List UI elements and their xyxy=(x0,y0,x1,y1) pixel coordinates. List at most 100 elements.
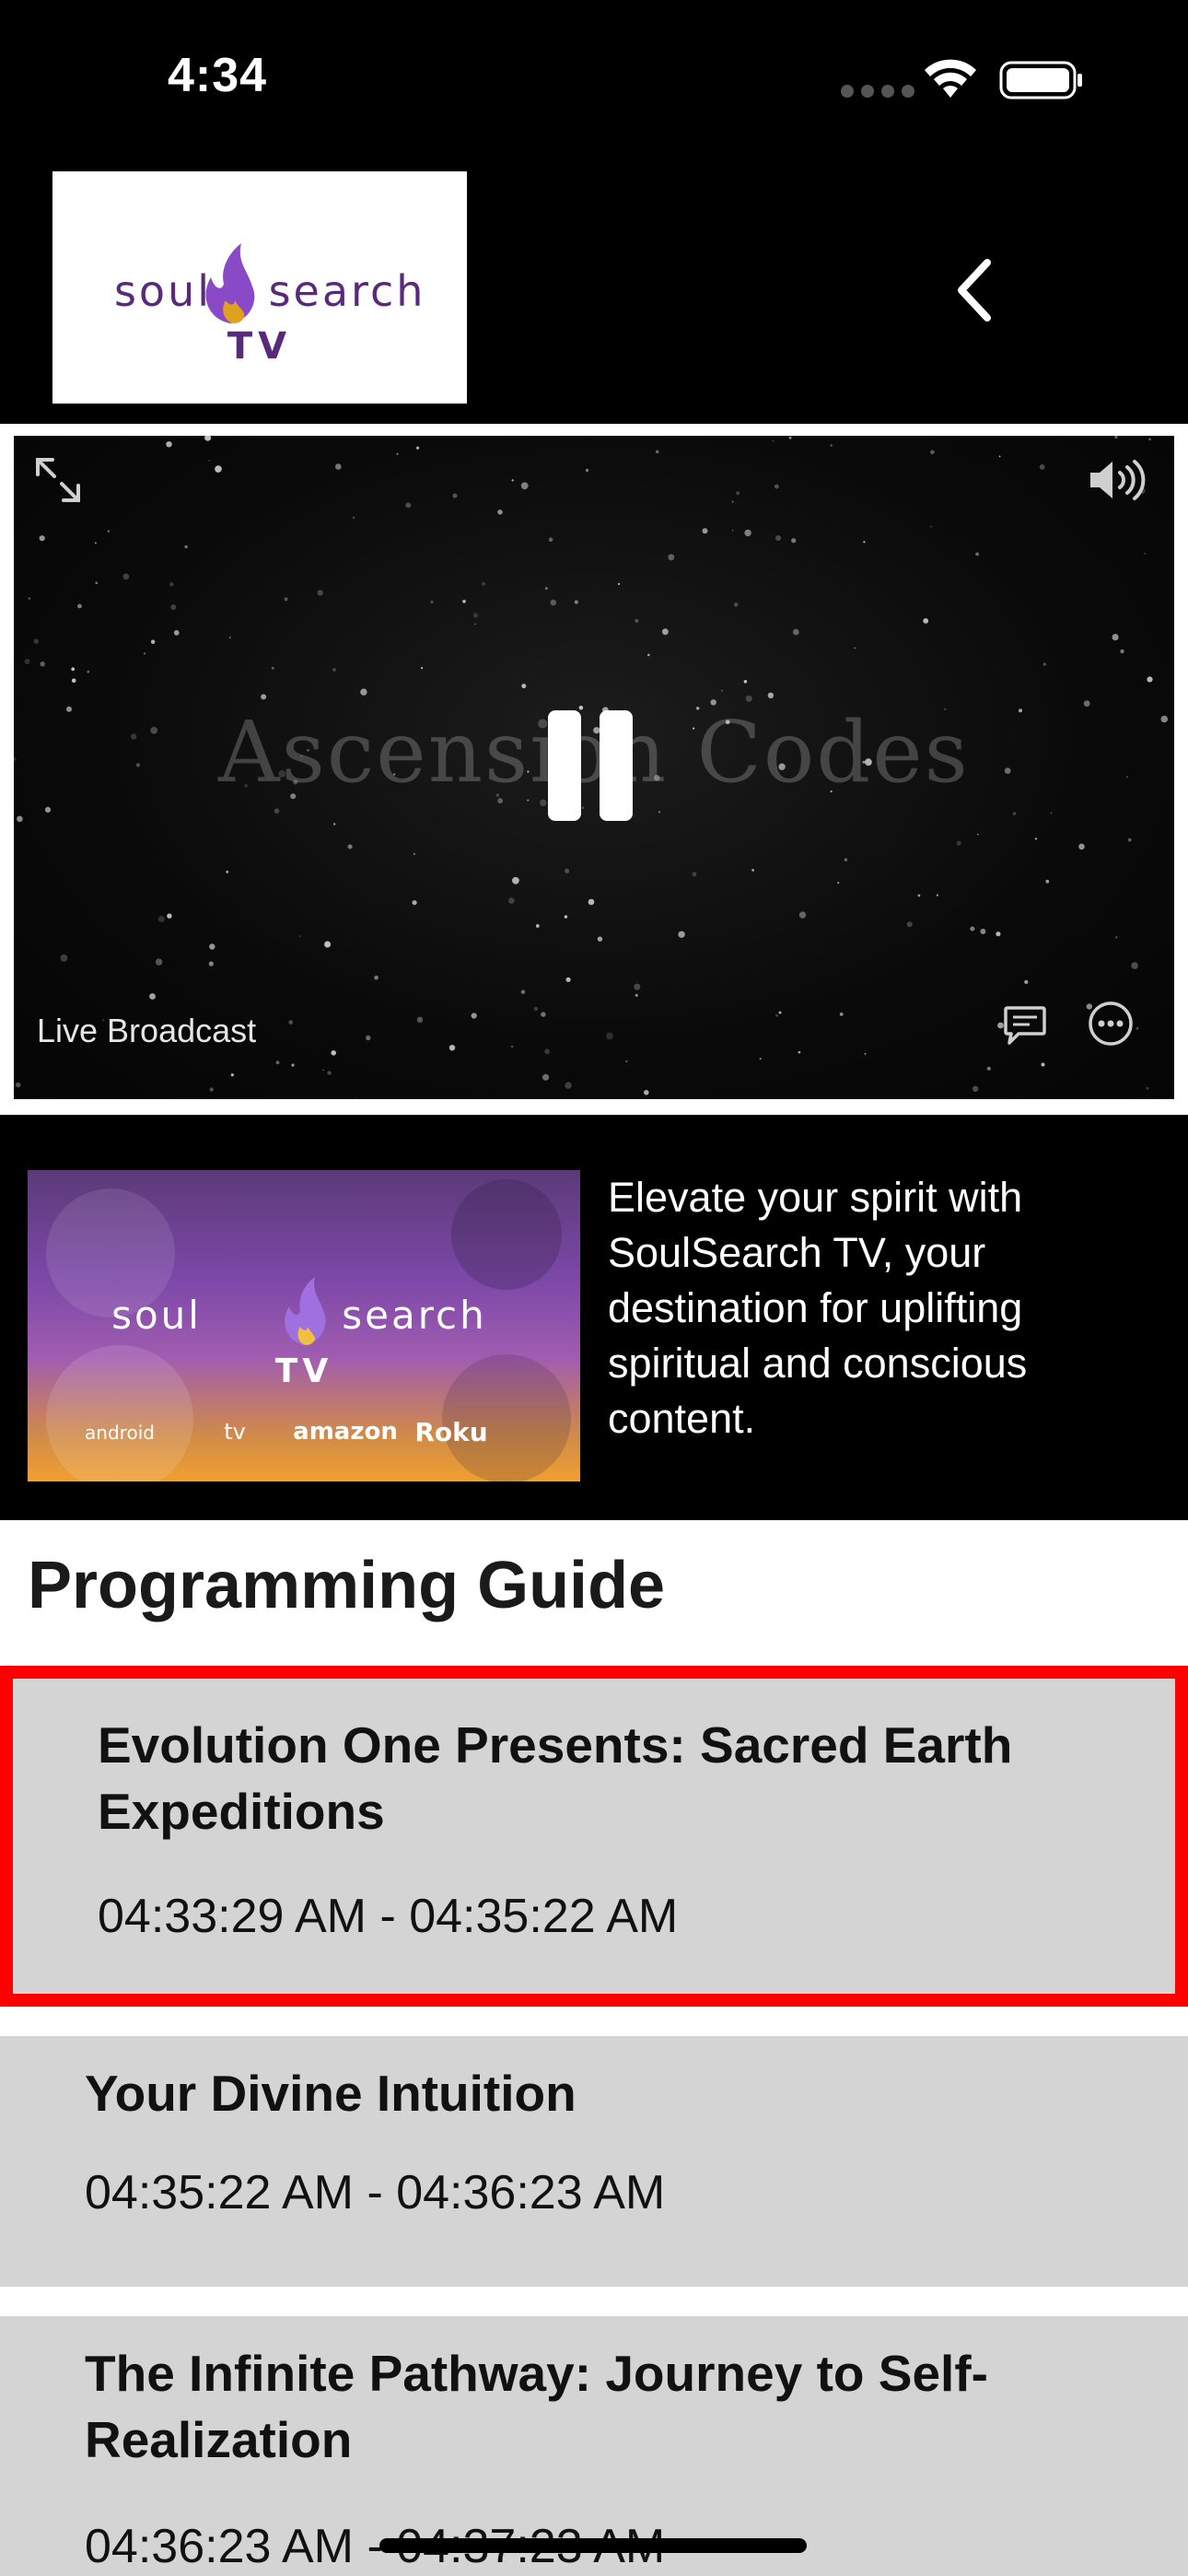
star-particle xyxy=(39,535,45,542)
star-particle xyxy=(71,678,76,683)
star-particle xyxy=(299,935,302,938)
star-particle xyxy=(550,599,557,606)
back-button[interactable] xyxy=(949,253,1004,327)
star-particle xyxy=(976,833,979,836)
star-particle xyxy=(635,619,639,623)
battery-icon xyxy=(999,61,1082,100)
star-particle xyxy=(166,441,172,448)
star-particle xyxy=(751,869,754,872)
guide-item[interactable]: The Infinite Pathway: Journey to Self- R… xyxy=(0,2316,1188,2576)
star-particle xyxy=(412,900,417,906)
star-particle xyxy=(744,529,751,537)
star-particle xyxy=(215,465,222,473)
guide-item-title-continued: Realization xyxy=(85,2411,353,2468)
star-particle xyxy=(209,943,215,950)
video-player-frame: Ascension Codes Live Broadcast xyxy=(0,424,1188,1115)
star-particle xyxy=(544,587,548,591)
star-particle xyxy=(396,452,399,455)
star-particle xyxy=(40,662,45,667)
star-particle xyxy=(1041,1062,1045,1067)
star-particle xyxy=(355,1097,356,1099)
star-particle xyxy=(317,590,323,596)
promo-logo-sub: TV xyxy=(275,1352,332,1390)
star-particle xyxy=(335,463,342,470)
star-particle xyxy=(226,870,229,873)
star-particle xyxy=(565,977,571,982)
star-particle xyxy=(854,647,856,650)
star-particle xyxy=(284,597,288,602)
wifi-icon xyxy=(925,59,976,98)
star-particle xyxy=(324,941,332,948)
star-particle xyxy=(416,1016,424,1023)
star-particle xyxy=(291,1063,295,1067)
star-particle xyxy=(448,1045,456,1051)
star-particle xyxy=(33,638,40,644)
star-particle xyxy=(149,993,156,1000)
home-indicator[interactable] xyxy=(379,2538,807,2553)
star-particle xyxy=(798,911,807,919)
star-particle xyxy=(778,1011,782,1014)
star-particle xyxy=(511,479,514,482)
star-particle xyxy=(170,604,177,610)
video-player[interactable]: Ascension Codes Live Broadcast xyxy=(14,436,1174,1099)
logo-brand-left: soul xyxy=(114,266,212,316)
star-particle xyxy=(745,695,752,702)
star-particle xyxy=(520,989,526,994)
star-particle xyxy=(520,482,529,490)
star-particle xyxy=(734,603,739,607)
star-particle xyxy=(1045,879,1050,884)
expand-icon[interactable] xyxy=(34,456,82,504)
star-particle xyxy=(625,1060,628,1063)
star-particle xyxy=(87,670,90,673)
soulsearch-logo: soul search TV xyxy=(52,171,467,404)
star-particle xyxy=(204,436,212,441)
star-particle xyxy=(510,1045,514,1048)
star-particle xyxy=(452,493,458,498)
star-particle xyxy=(775,535,782,541)
star-particle xyxy=(360,688,367,696)
volume-icon[interactable] xyxy=(1087,456,1151,504)
star-particle xyxy=(1148,438,1151,440)
star-particle xyxy=(662,628,669,636)
star-particle xyxy=(421,666,424,670)
star-particle xyxy=(1034,837,1038,840)
star-particle xyxy=(1114,436,1118,439)
star-particle xyxy=(261,694,267,700)
promo-banner-image[interactable]: soul search TV android tv amazon Roku xyxy=(28,1170,580,1481)
star-particle xyxy=(996,931,1001,937)
star-particle xyxy=(1039,464,1045,470)
star-particle xyxy=(1143,552,1147,556)
promo-logo-right: search xyxy=(342,1293,487,1338)
pause-button[interactable] xyxy=(548,710,633,821)
guide-item[interactable]: Your Divine Intuition 04:35:22 AM - 04:3… xyxy=(0,2036,1188,2287)
guide-item-title: The Infinite Pathway: Journey to Self- xyxy=(85,2345,988,2402)
star-particle xyxy=(77,603,82,609)
star-particle xyxy=(462,600,466,603)
captions-icon[interactable] xyxy=(1002,1002,1048,1048)
star-particle xyxy=(798,1050,801,1054)
app-header: soul search TV xyxy=(0,157,1188,424)
star-particle xyxy=(830,444,833,447)
star-particle xyxy=(635,993,638,997)
star-particle xyxy=(772,439,775,442)
star-particle xyxy=(17,815,23,823)
star-particle xyxy=(923,618,929,624)
star-particle xyxy=(521,684,527,689)
star-particle xyxy=(917,894,921,897)
star-particle xyxy=(122,573,130,580)
star-particle xyxy=(564,915,568,919)
more-icon[interactable] xyxy=(1087,1000,1135,1048)
live-broadcast-label: Live Broadcast xyxy=(37,1012,257,1049)
star-particle xyxy=(1147,676,1153,683)
star-particle xyxy=(930,450,935,454)
logo-brand-right: search xyxy=(269,266,426,316)
star-particle xyxy=(655,450,659,454)
star-particle xyxy=(430,600,434,603)
guide-item[interactable]: Evolution One Presents: Sacred Earth Exp… xyxy=(0,1666,1188,2007)
star-particle xyxy=(775,1013,778,1017)
star-particle xyxy=(731,529,734,532)
star-particle xyxy=(471,1013,477,1019)
star-particle xyxy=(788,436,792,439)
star-particle xyxy=(331,1050,337,1056)
guide-item-time: 04:35:22 AM - 04:36:23 AM xyxy=(85,2166,666,2219)
